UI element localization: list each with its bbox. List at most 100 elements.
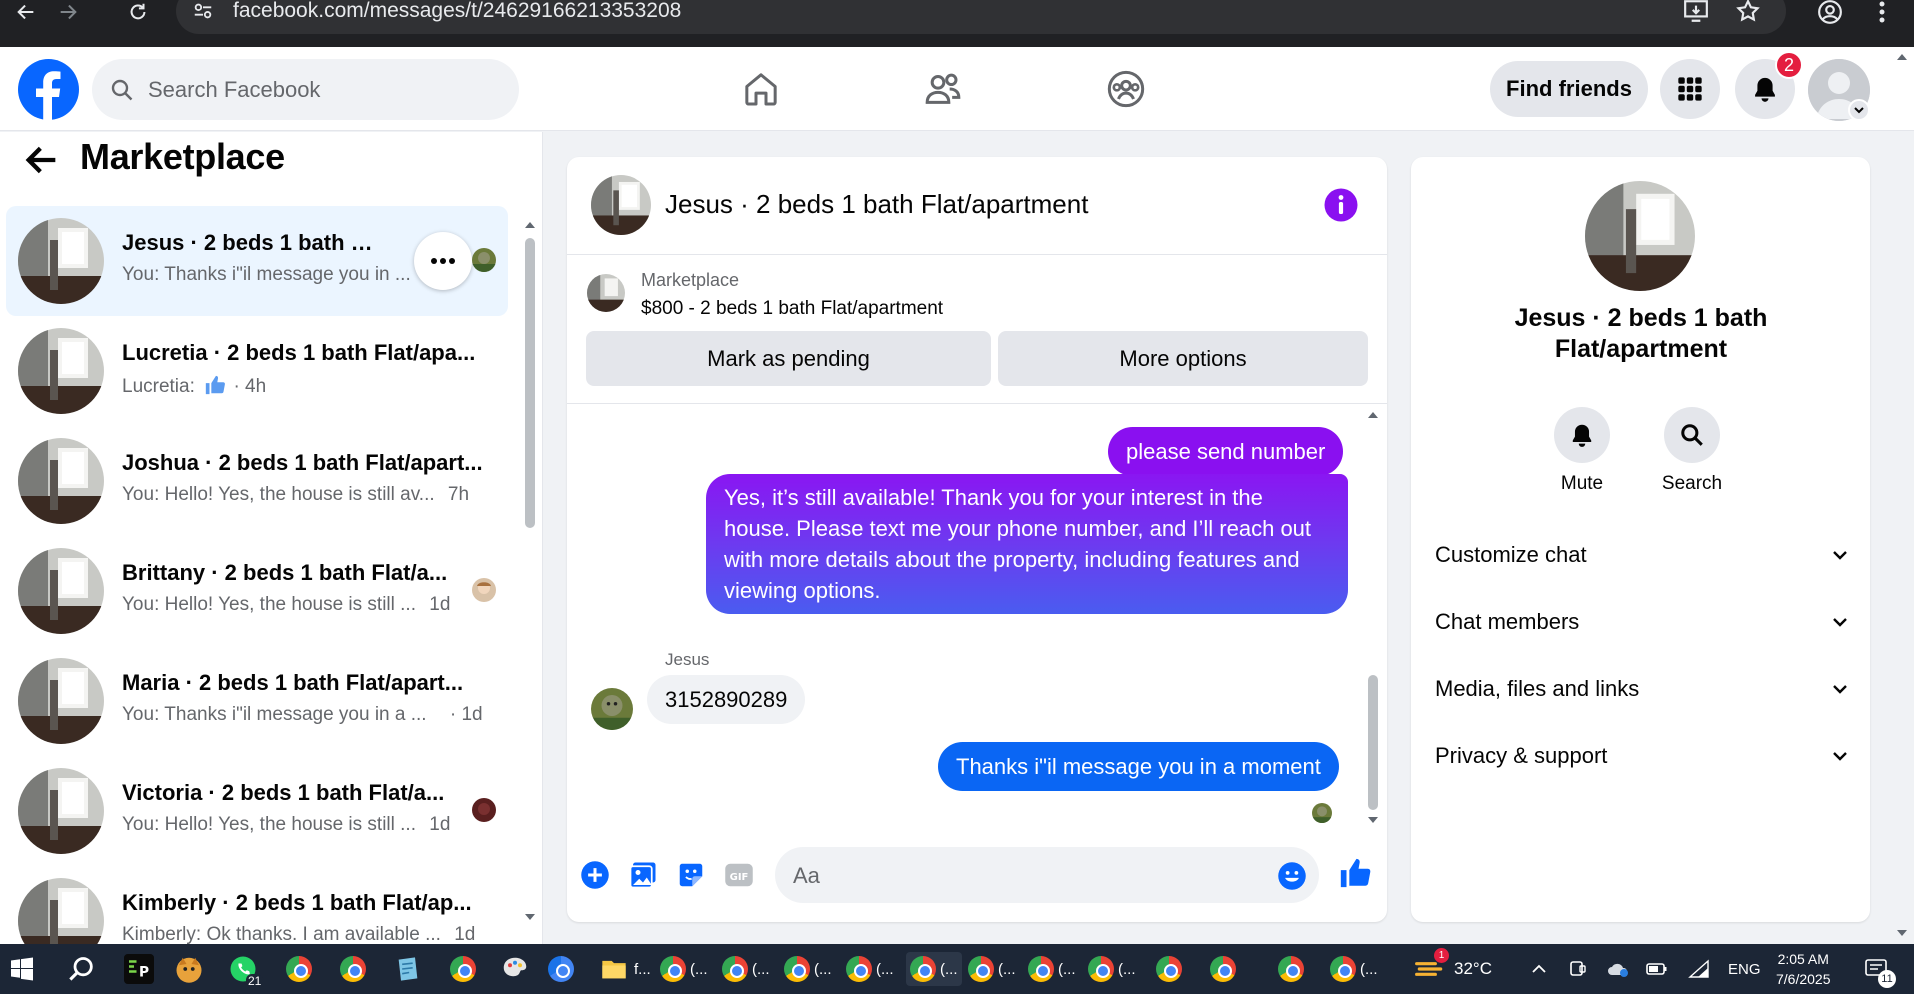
message-input[interactable]: Aa bbox=[775, 847, 1319, 903]
scrollbar-thumb[interactable] bbox=[525, 238, 535, 528]
conversation-item[interactable]: Kimberly · 2 beds 1 bath Flat/ap... Kimb… bbox=[6, 866, 508, 944]
conversation-item[interactable]: Victoria · 2 beds 1 bath Flat/a... You: … bbox=[6, 756, 508, 866]
back-arrow-icon[interactable] bbox=[22, 140, 62, 180]
chrome-window[interactable] bbox=[1210, 952, 1236, 986]
back-arrow-icon[interactable] bbox=[10, 0, 42, 24]
listing-thumbnail[interactable] bbox=[587, 274, 625, 312]
sender-avatar[interactable] bbox=[591, 688, 633, 730]
privacy-support-section[interactable]: Privacy & support bbox=[1435, 731, 1850, 781]
install-app-icon[interactable] bbox=[1683, 0, 1709, 24]
listing-price[interactable]: $800 - 2 beds 1 bath Flat/apartment bbox=[641, 298, 943, 320]
search-icon[interactable] bbox=[68, 952, 96, 986]
groups-icon[interactable] bbox=[1104, 67, 1148, 111]
more-options-button[interactable]: More options bbox=[998, 331, 1368, 386]
more-options-button[interactable] bbox=[414, 232, 472, 290]
chrome-icon[interactable] bbox=[450, 952, 476, 986]
home-icon[interactable] bbox=[739, 67, 783, 111]
facebook-logo-icon[interactable] bbox=[18, 59, 79, 120]
weather-badge: 1 bbox=[1434, 948, 1449, 963]
conversation-name: Jesus · 2 beds 1 bath Flat/apa bbox=[122, 230, 382, 255]
scroll-up-icon[interactable] bbox=[1895, 52, 1909, 62]
address-bar[interactable]: facebook.com/messages/t/2462916621335320… bbox=[176, 0, 1786, 34]
gif-icon[interactable]: GIF bbox=[721, 857, 757, 893]
conversation-item[interactable]: Jesus · 2 beds 1 bath Flat/apa You: Than… bbox=[6, 206, 508, 316]
clock[interactable]: 2:05 AM 7/6/2025 bbox=[1776, 944, 1831, 994]
search-action[interactable]: Search bbox=[1637, 407, 1747, 495]
conversation-item[interactable]: Lucretia · 2 beds 1 bath Flat/apa... Luc… bbox=[6, 316, 508, 426]
chrome-window[interactable]: (... bbox=[1088, 952, 1136, 986]
bookmark-star-icon[interactable] bbox=[1735, 0, 1761, 24]
mute-action[interactable]: Mute bbox=[1527, 407, 1637, 495]
search-icon[interactable] bbox=[1664, 407, 1720, 463]
site-settings-icon[interactable] bbox=[192, 0, 214, 22]
friends-icon[interactable] bbox=[921, 67, 965, 111]
svg-text:GIF: GIF bbox=[730, 872, 749, 883]
whatsapp-icon[interactable]: 21 bbox=[228, 952, 264, 988]
avatar[interactable] bbox=[591, 175, 651, 235]
game-app-icon[interactable] bbox=[174, 952, 204, 986]
language-indicator[interactable]: ENG bbox=[1728, 944, 1761, 994]
thumbs-up-icon[interactable] bbox=[1337, 855, 1373, 891]
scroll-down-icon[interactable] bbox=[523, 912, 537, 922]
paint-icon[interactable] bbox=[500, 952, 530, 986]
chevron-up-icon[interactable] bbox=[1530, 944, 1548, 994]
chrome-window[interactable] bbox=[1278, 952, 1304, 986]
avatar bbox=[18, 438, 104, 524]
menu-grid-button[interactable] bbox=[1660, 59, 1720, 119]
photo-icon[interactable] bbox=[625, 857, 661, 893]
scroll-down-icon[interactable] bbox=[1366, 815, 1380, 825]
chrome-profile-icon[interactable] bbox=[340, 952, 366, 986]
chrome-window[interactable]: (... bbox=[1330, 952, 1378, 986]
weather-widget[interactable]: 1 32°C bbox=[1414, 944, 1492, 994]
conversation-item[interactable]: Maria · 2 beds 1 bath Flat/apart... You:… bbox=[6, 646, 508, 756]
chrome-window-active[interactable]: (... bbox=[906, 952, 962, 986]
copilot-icon[interactable] bbox=[1568, 944, 1588, 994]
chat-title[interactable]: Jesus · 2 beds 1 bath Flat/apartment bbox=[665, 189, 1088, 220]
chrome-icon[interactable] bbox=[548, 952, 574, 986]
file-explorer-icon[interactable]: f... bbox=[600, 952, 651, 986]
whatsapp-badge: 21 bbox=[246, 974, 264, 988]
conversation-item[interactable]: Brittany · 2 beds 1 bath Flat/a... You: … bbox=[6, 536, 508, 646]
reload-icon[interactable] bbox=[122, 0, 154, 24]
message-thread: please send number Yes, it’s still avail… bbox=[567, 405, 1387, 825]
notification-center-icon[interactable]: 11 bbox=[1864, 944, 1896, 994]
mark-as-pending-button[interactable]: Mark as pending bbox=[586, 331, 991, 386]
chrome-window[interactable]: (... bbox=[846, 952, 894, 986]
info-icon[interactable] bbox=[1323, 187, 1359, 223]
media-files-links-section[interactable]: Media, files and links bbox=[1435, 664, 1850, 714]
search-input[interactable]: Search Facebook bbox=[92, 59, 519, 120]
windows-start-icon[interactable] bbox=[10, 952, 34, 986]
forward-arrow-icon[interactable] bbox=[52, 0, 84, 24]
chevron-down-icon[interactable] bbox=[1848, 99, 1870, 121]
kebab-menu-icon[interactable] bbox=[1866, 0, 1898, 24]
preview-text: You: Thanks i"il message you in a ... bbox=[122, 704, 427, 725]
scroll-down-icon[interactable] bbox=[1895, 928, 1909, 938]
chrome-window[interactable]: (... bbox=[660, 952, 708, 986]
sidebar-scrollbar[interactable] bbox=[523, 212, 537, 932]
chrome-window[interactable] bbox=[1156, 952, 1182, 986]
page-scrollbar[interactable] bbox=[1895, 48, 1909, 944]
scrollbar-thumb[interactable] bbox=[1368, 675, 1378, 810]
wifi-icon[interactable] bbox=[1688, 944, 1710, 994]
customize-chat-section[interactable]: Customize chat bbox=[1435, 530, 1850, 580]
terminal-app-icon[interactable]: P bbox=[124, 952, 154, 986]
chrome-window[interactable]: (... bbox=[968, 952, 1016, 986]
profile-circle-icon[interactable] bbox=[1814, 0, 1846, 24]
find-friends-button[interactable]: Find friends bbox=[1490, 61, 1648, 117]
conversation-item[interactable]: Joshua · 2 beds 1 bath Flat/apart... You… bbox=[6, 426, 508, 536]
chrome-icon[interactable] bbox=[286, 952, 312, 986]
message-scrollbar[interactable] bbox=[1366, 410, 1380, 823]
notepad-icon[interactable] bbox=[394, 952, 422, 986]
chrome-window[interactable]: (... bbox=[784, 952, 832, 986]
bell-icon[interactable] bbox=[1554, 407, 1610, 463]
battery-icon[interactable] bbox=[1646, 944, 1668, 994]
sticker-icon[interactable] bbox=[673, 857, 709, 893]
chrome-window[interactable]: (... bbox=[1028, 952, 1076, 986]
emoji-icon[interactable] bbox=[1277, 861, 1307, 891]
chrome-window[interactable]: (... bbox=[722, 952, 770, 986]
plus-circle-icon[interactable] bbox=[577, 857, 613, 893]
onedrive-icon[interactable] bbox=[1606, 944, 1630, 994]
chat-members-section[interactable]: Chat members bbox=[1435, 597, 1850, 647]
scroll-up-icon[interactable] bbox=[523, 220, 537, 230]
scroll-up-icon[interactable] bbox=[1366, 410, 1380, 420]
